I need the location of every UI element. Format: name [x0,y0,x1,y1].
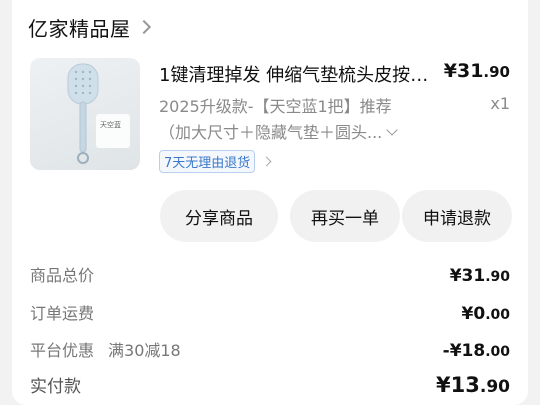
shipping-value: ¥0.00 [461,304,510,324]
paid-row: 实付款 ¥13.90 [30,372,510,397]
spec-line-2: （加大尺寸＋隐藏气垫＋圆头... [159,120,409,146]
shipping-row: 订单运费 ¥0.00 [30,300,510,324]
goods-total-value: ¥31.90 [449,266,510,286]
chevron-right-icon[interactable] [136,19,151,35]
return-badge[interactable]: 7天无理由退货 [159,150,256,173]
discount-value: -¥18.00 [442,341,510,361]
product-title[interactable]: 1键清理掉发 伸缩气垫梳头皮按摩梳 [159,61,443,87]
rebuy-button[interactable]: 再买一单 [290,190,400,242]
share-product-button[interactable]: 分享商品 [160,190,278,242]
shop-name[interactable]: 亿家精品屋 [28,13,131,42]
goods-total-label: 商品总价 [30,266,95,285]
return-policy[interactable]: 7天无理由退货 [159,150,272,173]
shop-header[interactable]: 亿家精品屋 [28,12,151,42]
spec-line-1: 2025升级款-【天空蓝1把】推荐 [159,97,392,116]
product-spec[interactable]: 2025升级款-【天空蓝1把】推荐 （加大尺寸＋隐藏气垫＋圆头... [159,94,409,146]
comb-illustration [67,63,130,164]
paid-label: 实付款 [30,377,81,397]
chevron-down-icon [386,124,398,136]
thumb-brand-text: 天空蓝 [100,121,121,129]
product-thumbnail[interactable]: 天空蓝 [30,58,140,170]
discount-label: 平台优惠 [30,341,95,360]
chevron-right-icon[interactable] [261,156,272,167]
order-card: 亿家精品屋 天空蓝 1键清理掉发 伸缩气垫梳头皮按摩梳 ¥31.90 2025升… [12,0,528,405]
paid-value: ¥13.90 [436,373,510,397]
discount-tag: 满30减18 [108,341,181,360]
refund-request-button[interactable]: 申请退款 [402,190,512,242]
shipping-label: 订单运费 [30,304,95,323]
product-price: ¥31.90 [443,60,510,82]
discount-row: 平台优惠 满30减18 -¥18.00 [30,337,510,361]
goods-total-row: 商品总价 ¥31.90 [30,262,510,286]
product-quantity: x1 [490,94,510,113]
